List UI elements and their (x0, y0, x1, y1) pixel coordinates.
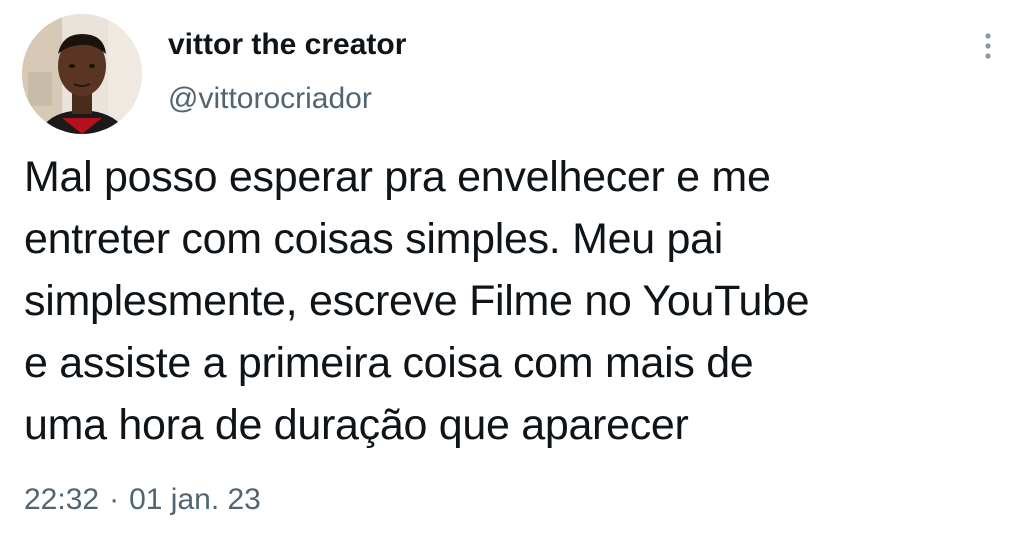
avatar[interactable] (22, 14, 142, 134)
display-name[interactable]: vittor the creator (168, 26, 406, 64)
user-avatar-photo-icon (22, 14, 142, 134)
tweet-text: Mal posso esperar pra envelhecer e me en… (24, 153, 810, 449)
tweet-date: 01 jan. 23 (129, 483, 261, 516)
user-handle[interactable]: @vittorocriador (168, 80, 372, 118)
meta-separator: · (109, 483, 120, 516)
more-options-button[interactable] (974, 26, 1002, 66)
tweet-card: vittor the creator @vittorocriador Mal p… (0, 0, 1024, 538)
tweet-timestamp[interactable]: 22:32 · 01 jan. 23 (24, 480, 261, 520)
more-vertical-icon (985, 33, 991, 59)
tweet-time: 22:32 (24, 483, 100, 516)
